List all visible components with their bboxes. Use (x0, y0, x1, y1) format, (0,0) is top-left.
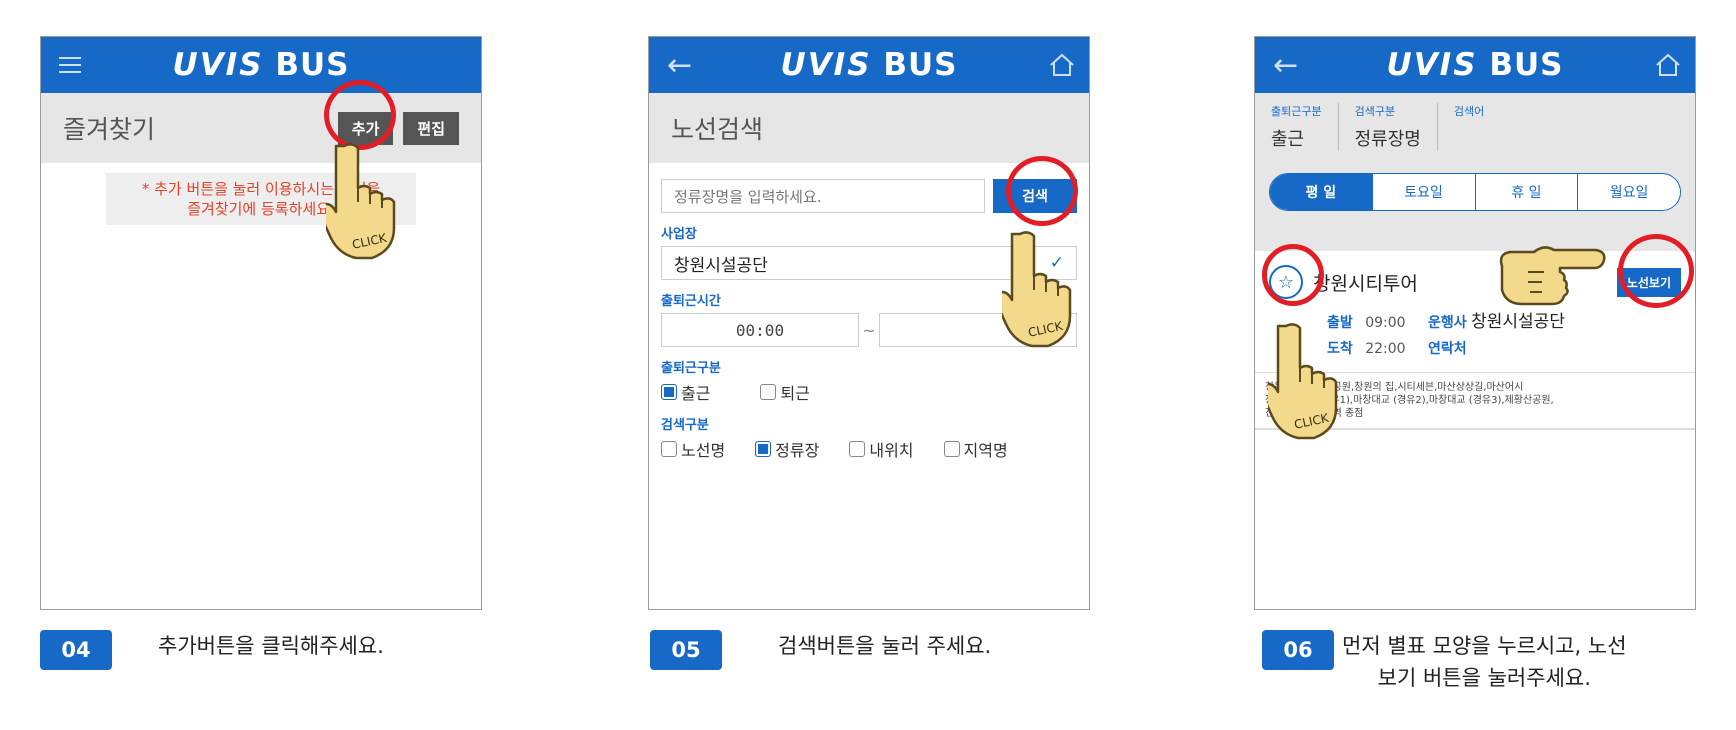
app-logo: UVIS BUS (172, 47, 350, 83)
checkbox-icon (943, 441, 960, 457)
step-number: 06 (1262, 630, 1334, 670)
search-term-label: 검색어 (1453, 105, 1485, 118)
search-type-stop[interactable]: 정류장 (755, 437, 819, 461)
app-header: UVIS BUS (41, 37, 481, 93)
step-06-caption: 06 먼저 별표 모양을 누르시고, 노선 보기 버튼을 눌러주세요. (1262, 630, 1627, 694)
search-type-label: 검색구분 (661, 418, 709, 433)
highlight-ring-search (1006, 156, 1078, 226)
step-text: 추가버튼을 클릭해주세요. (158, 634, 384, 658)
step-number: 04 (40, 630, 112, 670)
search-input[interactable]: 정류장명을 입력하세요. (661, 179, 985, 213)
step-text: 먼저 별표 모양을 누르시고, 노선 보기 버튼을 눌러주세요. (1342, 634, 1627, 690)
step-05-caption: 05 검색버튼을 눌러 주세요. (650, 630, 991, 670)
day-tabs: 평 일 토요일 휴 일 월요일 (1269, 173, 1681, 211)
commute-option-in[interactable]: 출근 (661, 380, 710, 404)
click-hand-icon (326, 143, 396, 260)
back-arrow-icon[interactable]: ← (667, 37, 692, 93)
page-title: 즐겨찾기 (63, 115, 156, 144)
operator-value: 창원시설공단 (1471, 312, 1565, 332)
tab-monday[interactable]: 월요일 (1577, 174, 1680, 210)
time-separator: ~ (862, 320, 876, 340)
app-header: ← UVIS BUS (649, 37, 1089, 93)
menu-icon[interactable] (59, 37, 81, 93)
time-start-field[interactable]: 00:00 (661, 313, 859, 347)
contact-label: 연락처 (1428, 341, 1467, 357)
click-hand-icon (1002, 231, 1072, 348)
edit-button[interactable]: 편집 (403, 111, 459, 145)
page-title: 노선검색 (671, 115, 764, 144)
commute-label: 출퇴근구분 (661, 361, 721, 376)
app-header: ← UVIS BUS (1255, 37, 1695, 93)
search-summary: 출퇴근구분 출근 검색구분 정류장명 검색어 평 일 토요일 휴 일 월요일 (1255, 93, 1695, 251)
checkbox-icon (760, 384, 777, 400)
checkbox-checked-icon (661, 384, 677, 400)
app-logo: UVIS BUS (1386, 47, 1564, 83)
commute-value: 출근 (1271, 129, 1305, 150)
highlight-ring-add (324, 80, 396, 150)
pointing-hand-icon (1499, 246, 1606, 306)
checkbox-icon (661, 441, 677, 457)
commute-label: 출퇴근구분 (1271, 105, 1322, 118)
checkbox-checked-icon (755, 441, 772, 457)
commute-option-out[interactable]: 퇴근 (760, 380, 810, 404)
home-icon[interactable] (1655, 37, 1681, 93)
click-hand-icon (1268, 323, 1338, 440)
tab-weekday[interactable]: 평 일 (1270, 174, 1372, 210)
search-type-region[interactable]: 지역명 (943, 437, 1008, 461)
tab-saturday[interactable]: 토요일 (1371, 174, 1475, 210)
home-icon[interactable] (1049, 37, 1075, 93)
operator-label: 운행사 (1428, 315, 1467, 331)
highlight-ring-star (1262, 244, 1324, 306)
screen-favorites: UVIS BUS 즐겨찾기 추가 편집 * 추가 버튼을 눌러 이용하시는 노선… (40, 36, 482, 610)
step-text: 검색버튼을 눌러 주세요. (778, 634, 992, 658)
highlight-ring-view-route (1618, 234, 1694, 308)
step-04-caption: 04 추가버튼을 클릭해주세요. (40, 630, 384, 670)
search-type-label: 검색구분 (1354, 105, 1396, 118)
back-arrow-icon[interactable]: ← (1273, 37, 1298, 93)
tab-holiday[interactable]: 휴 일 (1474, 174, 1578, 210)
arrive-time: 22:00 (1365, 341, 1406, 357)
checkbox-icon (849, 441, 866, 457)
app-logo: UVIS BUS (780, 47, 958, 83)
search-type-value: 정류장명 (1354, 129, 1421, 150)
page-title-bar: 노선검색 (649, 93, 1089, 163)
search-type-route[interactable]: 노선명 (661, 437, 725, 461)
search-type-location[interactable]: 내위치 (849, 437, 914, 461)
depart-time: 09:00 (1365, 315, 1406, 331)
step-number: 05 (650, 630, 722, 670)
